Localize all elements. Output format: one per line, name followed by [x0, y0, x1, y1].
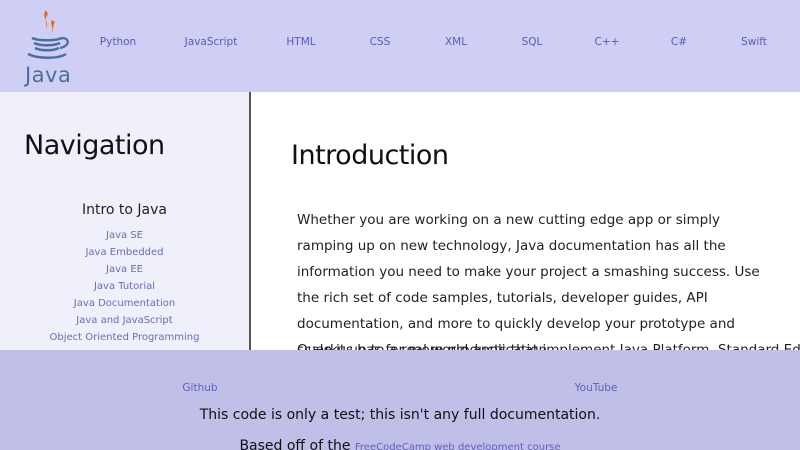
nav-link-csharp[interactable]: C#: [671, 36, 687, 48]
sidebar-link-java-se[interactable]: Java SE: [106, 230, 143, 241]
introduction-heading: Introduction: [291, 140, 449, 171]
main-content: Introduction Whether you are working on …: [251, 92, 800, 350]
sidebar-group-title: Intro to Java: [81, 202, 168, 218]
sidebar-item: Java and JavaScript: [0, 309, 249, 326]
sidebar-item: Java Documentation: [0, 292, 249, 309]
nav-link-cpp[interactable]: C++: [595, 36, 620, 48]
sidebar-link-java-ee[interactable]: Java EE: [106, 264, 143, 275]
footer-credit-prefix: Based off of the: [239, 438, 355, 450]
introduction-paragraph-2: Quarkus has for more products that imple…: [297, 342, 800, 350]
nav-link-sql[interactable]: SQL: [522, 36, 543, 48]
introduction-paragraph: Whether you are working on a new cutting…: [297, 212, 760, 350]
sidebar-item: Java SE: [0, 224, 249, 241]
sidebar-item: Java EE: [0, 258, 249, 275]
java-logo[interactable]: Java: [22, 8, 74, 88]
sidebar-item: Java Tutorial: [0, 275, 249, 292]
footer-disclaimer: This code is only a test; this isn't any…: [199, 407, 601, 423]
sidebar-link-list: Java SE Java Embedded Java EE Java Tutor…: [0, 224, 249, 343]
sidebar-link-java-embedded[interactable]: Java Embedded: [85, 247, 163, 258]
sidebar-link-java-and-javascript[interactable]: Java and JavaScript: [76, 315, 172, 326]
sidebar-item: Java Embedded: [0, 241, 249, 258]
sidebar-link-oop[interactable]: Object Oriented Programming: [50, 332, 200, 343]
sidebar-link-java-documentation[interactable]: Java Documentation: [74, 298, 175, 309]
footer-link-youtube[interactable]: YouTube: [575, 382, 618, 394]
java-logo-text: Java: [25, 63, 72, 87]
nav-link-swift[interactable]: Swift: [741, 36, 767, 48]
sidebar-link-java-tutorial[interactable]: Java Tutorial: [94, 281, 155, 292]
nav-link-html[interactable]: HTML: [286, 36, 315, 48]
footer-credit-link[interactable]: FreeCodeCamp web development course: [355, 442, 561, 450]
footer-link-github[interactable]: Github: [182, 382, 217, 394]
navigation-heading: Navigation: [24, 130, 165, 161]
java-coffee-cup-icon: [27, 10, 69, 59]
nav-link-xml[interactable]: XML: [445, 36, 467, 48]
nav-link-python[interactable]: Python: [100, 36, 136, 48]
top-navigation-bar: Java Python JavaScript HTML CSS XML SQL …: [0, 0, 800, 92]
nav-link-javascript[interactable]: JavaScript: [185, 36, 238, 48]
footer: Github YouTube This code is only a test;…: [0, 350, 800, 450]
footer-credit: Based off of the FreeCodeCamp web develo…: [0, 438, 800, 450]
sidebar-item: Object Oriented Programming: [0, 326, 249, 343]
nav-link-css[interactable]: CSS: [370, 36, 391, 48]
